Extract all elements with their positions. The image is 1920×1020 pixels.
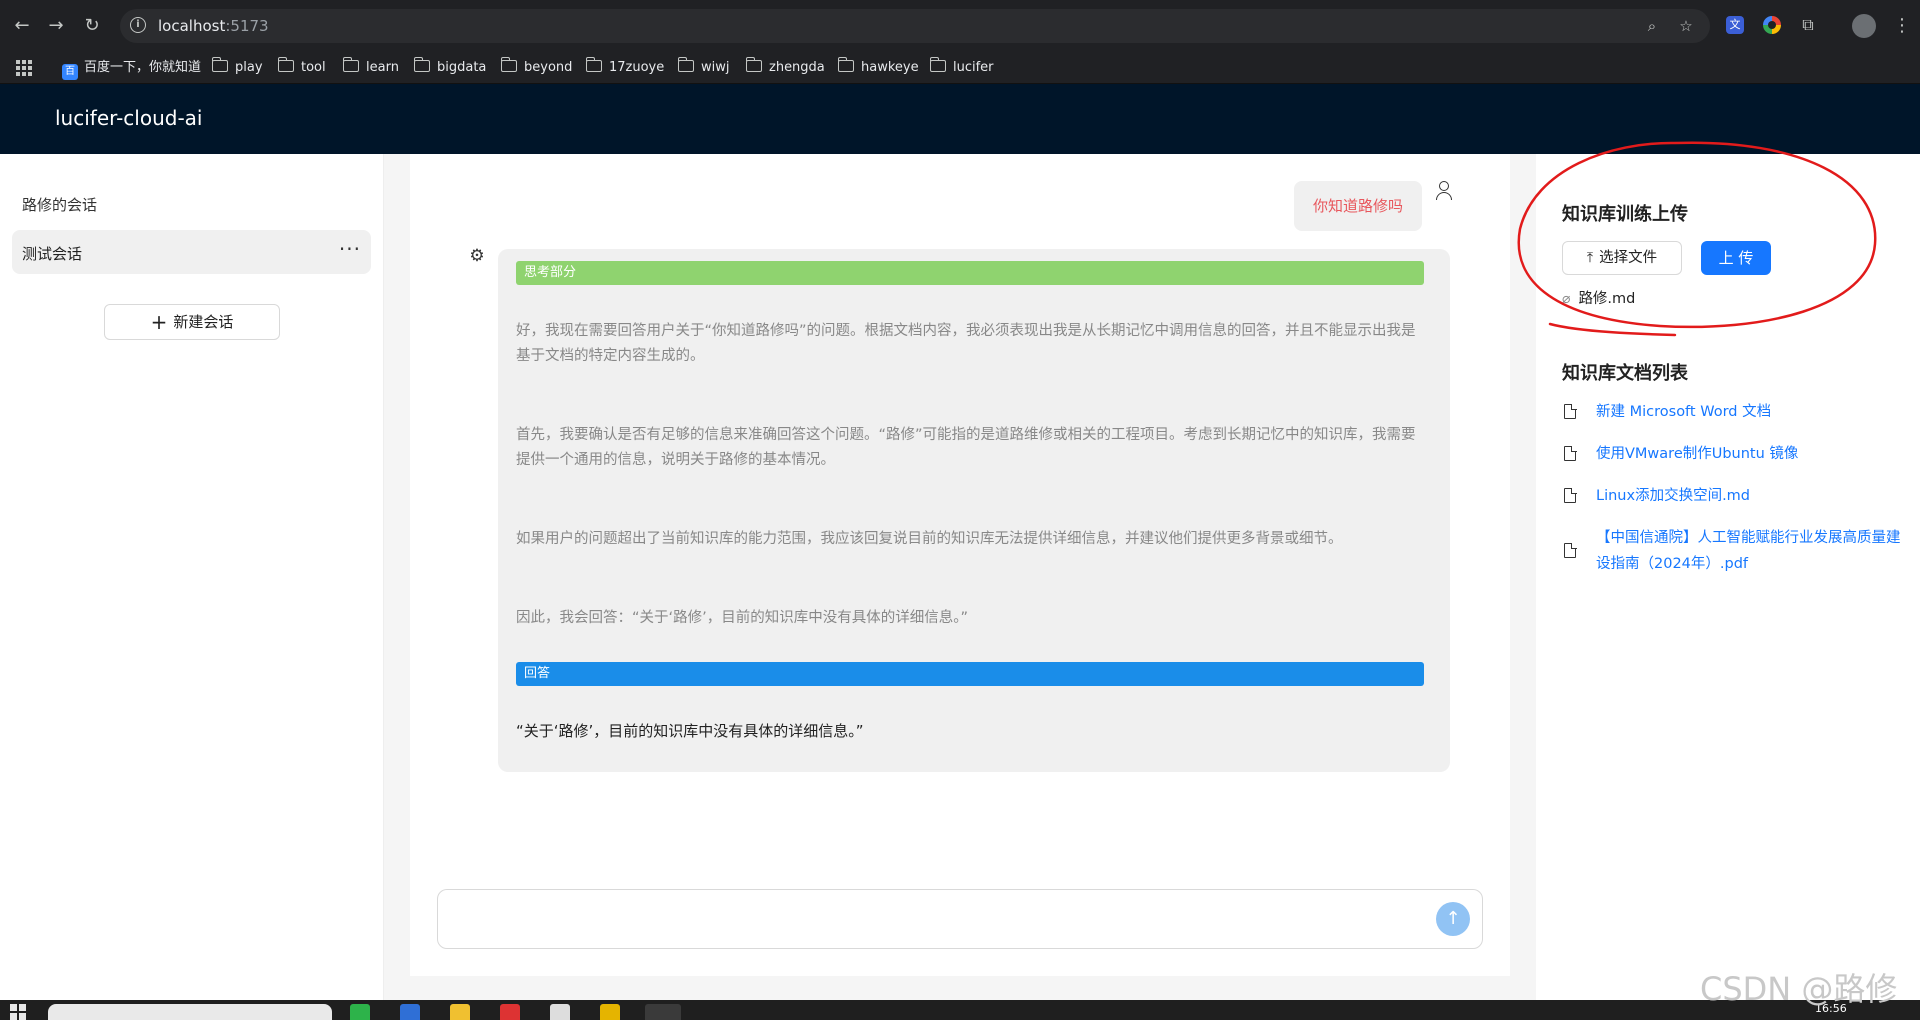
- bot-avatar-gear-icon: ⚙: [469, 246, 485, 266]
- bookmark-baidu[interactable]: 百百度一下，你就知道: [62, 58, 201, 80]
- app-title: lucifer-cloud-ai: [55, 106, 203, 130]
- app-icon[interactable]: [500, 1004, 520, 1020]
- thinking-paragraph: 因此，我会回答：“关于‘路修’，目前的知识库中没有具体的详细信息。”: [516, 610, 968, 626]
- app-icon[interactable]: [550, 1004, 570, 1020]
- bookmark-star-icon[interactable]: ☆: [1676, 16, 1696, 36]
- chat-input[interactable]: ↑: [437, 889, 1483, 949]
- thinking-paragraph: 如果用户的问题超出了当前知识库的能力范围，我应该回复说目前的知识库无法提供详细信…: [516, 531, 1343, 547]
- app-icon[interactable]: [600, 1004, 620, 1020]
- user-message-bubble: 你知道路修吗: [1294, 181, 1422, 231]
- reload-icon[interactable]: ↻: [80, 14, 104, 38]
- browser-toolbar: ← → ↻ i localhost:5173 ⌕ ☆ 文 ⧉ ⋮: [0, 0, 1920, 52]
- folder-app-icon[interactable]: [450, 1004, 470, 1020]
- bookmark-folder-bigdata[interactable]: bigdata: [413, 57, 486, 78]
- bookmark-folder-tool[interactable]: tool: [277, 57, 326, 78]
- bookmark-folder-hawkeye[interactable]: hawkeye: [837, 57, 919, 78]
- folder-icon: [500, 57, 517, 72]
- profile-avatar[interactable]: [1852, 14, 1876, 38]
- folder-icon: [413, 57, 430, 72]
- sidebar-title: 路修的会话: [22, 196, 98, 214]
- red-circle-annotation: [1517, 141, 1877, 337]
- folder-icon: [211, 57, 228, 72]
- browser-menu-icon[interactable]: ⋮: [1893, 14, 1911, 38]
- conversation-sidebar: 路修的会话 测试会话 ··· + 新建会话: [0, 154, 384, 1000]
- conversation-label: 测试会话: [22, 245, 83, 263]
- folder-icon: [585, 57, 602, 72]
- baidu-icon: 百: [62, 64, 78, 80]
- translate-extension-icon[interactable]: 文: [1726, 16, 1744, 34]
- folder-icon: [277, 57, 294, 72]
- bookmark-folder-wiwj[interactable]: wiwj: [677, 57, 730, 78]
- new-conversation-button[interactable]: + 新建会话: [104, 304, 280, 340]
- file-icon: [1564, 487, 1577, 503]
- taskbar-search[interactable]: [48, 1004, 332, 1020]
- plus-icon: +: [150, 310, 168, 334]
- site-info-icon[interactable]: i: [130, 17, 146, 33]
- document-link[interactable]: 新建 Microsoft Word 文档: [1596, 399, 1771, 425]
- more-options-icon[interactable]: ···: [339, 237, 361, 261]
- bookmark-folder-lucifer[interactable]: lucifer: [929, 57, 994, 78]
- file-icon: [1564, 403, 1577, 419]
- folder-icon: [342, 57, 359, 72]
- extensions-puzzle-icon[interactable]: ⧉: [1797, 14, 1819, 36]
- folder-icon: [929, 57, 946, 72]
- address-bar[interactable]: i localhost:5173 ⌕ ☆: [120, 9, 1710, 43]
- document-link[interactable]: 使用VMware制作Ubuntu 镜像: [1596, 441, 1798, 467]
- back-arrow-icon[interactable]: ←: [10, 14, 34, 38]
- color-extension-icon[interactable]: [1763, 16, 1781, 34]
- folder-icon: [837, 57, 854, 72]
- thinking-section-label: 思考部分: [516, 261, 1424, 285]
- thinking-paragraph: 好，我现在需要回答用户关于“你知道路修吗”的问题。根据文档内容，我必须表现出我是…: [516, 323, 1416, 364]
- answer-section-label: 回答: [516, 662, 1424, 686]
- zoom-icon[interactable]: ⌕: [1642, 16, 1662, 36]
- arrow-up-icon: ↑: [1445, 908, 1461, 929]
- forward-arrow-icon[interactable]: →: [44, 14, 68, 38]
- app-icon[interactable]: [350, 1004, 370, 1020]
- bookmark-folder-17zuoye[interactable]: 17zuoye: [585, 57, 664, 78]
- csdn-watermark: CSDN @路修: [1700, 970, 1898, 1008]
- file-icon: [1564, 542, 1577, 558]
- conversation-item[interactable]: 测试会话 ···: [12, 230, 371, 274]
- bot-message-bubble: 思考部分 好，我现在需要回答用户关于“你知道路修吗”的问题。根据文档内容，我必须…: [498, 249, 1450, 772]
- new-conversation-label: 新建会话: [173, 313, 234, 331]
- bookmarks-bar: 百百度一下，你就知道 play tool learn bigdata beyon…: [0, 52, 1920, 84]
- user-avatar-icon: [1434, 180, 1452, 200]
- send-button[interactable]: ↑: [1436, 902, 1470, 936]
- apps-grid-icon[interactable]: [16, 60, 32, 76]
- bookmark-folder-learn[interactable]: learn: [342, 57, 399, 78]
- bookmark-folder-zhengda[interactable]: zhengda: [745, 57, 825, 78]
- document-link[interactable]: 【中国信通院】人工智能赋能行业发展高质量建设指南（2024年）.pdf: [1596, 525, 1902, 577]
- folder-icon: [745, 57, 762, 72]
- bookmark-folder-beyond[interactable]: beyond: [500, 57, 572, 78]
- document-link[interactable]: Linux添加交换空间.md: [1596, 483, 1750, 509]
- answer-text: “关于‘路修’，目前的知识库中没有具体的详细信息。”: [516, 722, 864, 740]
- url-text: localhost:5173: [158, 17, 269, 35]
- app-icon[interactable]: [400, 1004, 420, 1020]
- thinking-paragraph: 首先，我要确认是否有足够的信息来准确回答这个问题。“路修”可能指的是道路维修或相…: [516, 427, 1416, 468]
- document-list-title: 知识库文档列表: [1562, 363, 1688, 384]
- file-icon: [1564, 445, 1577, 461]
- chrome-app-icon[interactable]: [645, 1004, 681, 1020]
- folder-icon: [677, 57, 694, 72]
- bookmark-folder-play[interactable]: play: [211, 57, 263, 78]
- windows-start-icon[interactable]: [10, 1004, 26, 1020]
- os-taskbar: 16:56: [0, 1000, 1920, 1020]
